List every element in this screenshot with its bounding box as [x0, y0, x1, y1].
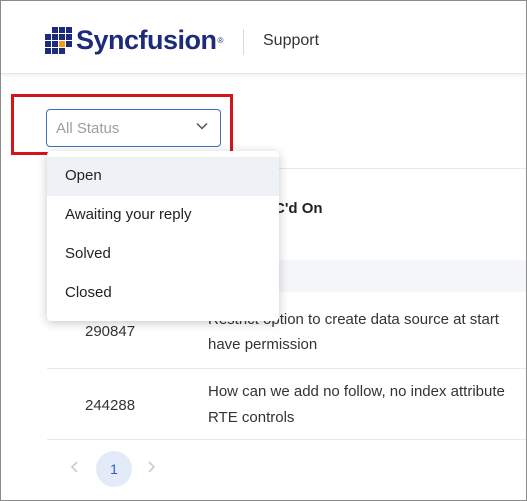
- status-option-awaiting-reply[interactable]: Awaiting your reply: [47, 196, 279, 235]
- ticket-title-line2[interactable]: RTE controls: [208, 405, 294, 430]
- status-option-solved[interactable]: Solved: [47, 235, 279, 274]
- pagination-page-button[interactable]: 1: [96, 451, 132, 487]
- column-header-partial[interactable]: C'd On: [274, 200, 323, 217]
- chevron-left-icon[interactable]: [67, 459, 83, 475]
- brand-name: Syncfusion: [76, 24, 217, 55]
- status-option-label: Open: [65, 167, 102, 184]
- status-option-label: Solved: [65, 245, 111, 262]
- status-option-open[interactable]: Open: [47, 157, 279, 196]
- ticket-id[interactable]: 290847: [85, 319, 135, 344]
- syncfusion-logo[interactable]: Syncfusion ®: [45, 23, 223, 57]
- row-divider: [47, 439, 526, 440]
- page-frame: Syncfusion ® Support C'd On 290847 Restr…: [0, 0, 527, 501]
- top-header: Syncfusion ® Support: [1, 1, 526, 74]
- status-option-label: Awaiting your reply: [65, 206, 192, 223]
- status-options-menu: Open Awaiting your reply Solved Closed: [47, 151, 279, 321]
- brand-registered-mark: ®: [217, 35, 224, 45]
- support-link[interactable]: Support: [263, 32, 319, 50]
- status-option-label: Closed: [65, 284, 112, 301]
- status-option-closed[interactable]: Closed: [47, 274, 279, 313]
- ticket-id[interactable]: 244288: [85, 393, 135, 418]
- chevron-right-icon[interactable]: [143, 459, 159, 475]
- logo-grid-icon: [45, 26, 72, 54]
- status-filter-dropdown[interactable]: All Status: [46, 109, 221, 147]
- chevron-down-icon: [196, 122, 208, 130]
- ticket-title-line1[interactable]: How can we add no follow, no index attri…: [208, 379, 505, 404]
- status-filter-value: All Status: [56, 120, 120, 137]
- header-divider: [243, 29, 244, 55]
- row-divider: [47, 368, 526, 369]
- ticket-title-line2[interactable]: have permission: [208, 332, 317, 357]
